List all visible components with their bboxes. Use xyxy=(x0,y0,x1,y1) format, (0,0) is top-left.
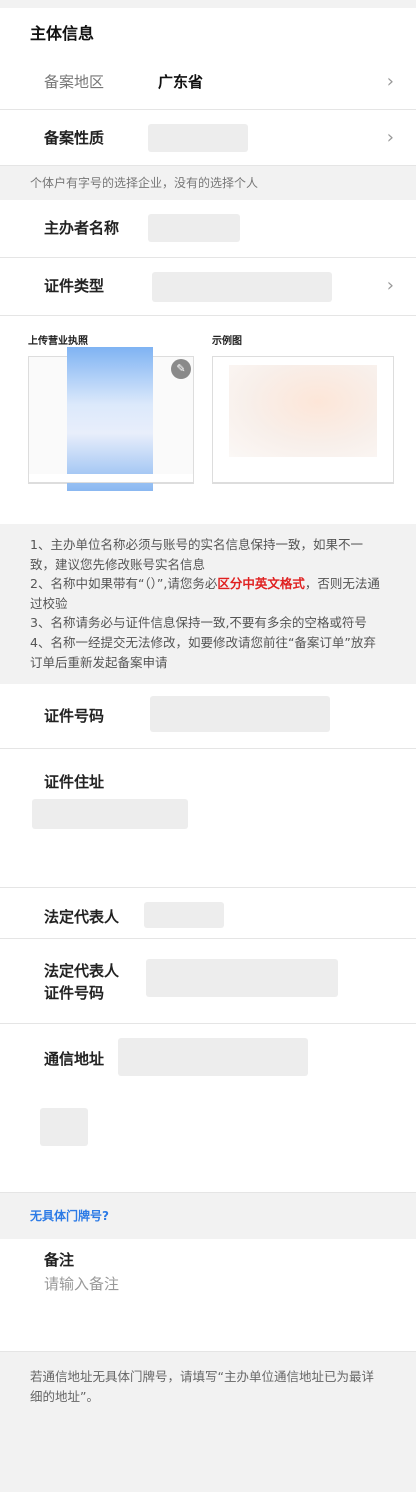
mail-addr-row[interactable]: 通信地址 xyxy=(0,1024,416,1193)
legal-rep-id-label: 法定代表人 证件号码 xyxy=(44,962,120,1003)
example-image xyxy=(229,365,377,457)
top-spacer xyxy=(0,0,416,8)
remark-input[interactable]: 请输入备注 xyxy=(44,1273,119,1294)
footer-hint: 若通信地址无具体门牌号，请填写“主办单位通信地址已为最详细的地址”。 xyxy=(0,1351,416,1422)
name-rules-notes: 1、主办单位名称必须与账号的实名信息保持一致，如果不一致，建议您先修改账号实名信… xyxy=(0,524,416,685)
region-label: 备案地区 xyxy=(44,73,105,91)
upload-box-bottom-bar xyxy=(28,474,194,483)
note-1: 1、主办单位名称必须与账号的实名信息保持一致，如果不一致，建议您先修改账号实名信… xyxy=(30,537,363,572)
legal-rep-id-row[interactable]: 法定代表人 证件号码 xyxy=(0,939,416,1025)
example-image-box xyxy=(212,356,394,484)
cert-type-row[interactable]: 证件类型 › xyxy=(0,258,416,316)
note-4: 4、名称一经提交无法修改，如要修改请您前往“备案订单”放弃订单后重新发起备案申请 xyxy=(30,634,376,670)
legal-rep-row[interactable]: 法定代表人 xyxy=(0,888,416,940)
no-door-number-link[interactable]: 无具体门牌号? xyxy=(0,1192,416,1240)
remark-row[interactable]: 备注 请输入备注 xyxy=(0,1239,416,1352)
nature-hint: 个体户有字号的选择企业，没有的选择个人 xyxy=(0,166,416,200)
legal-rep-id-value-redacted xyxy=(146,959,338,998)
cert-type-value-redacted xyxy=(152,272,332,302)
cert-addr-value-redacted xyxy=(32,799,188,830)
upload-label: 上传营业执照 xyxy=(28,336,88,347)
license-image-redacted xyxy=(67,347,153,491)
region-value: 广东省 xyxy=(158,73,204,91)
sponsor-row[interactable]: 主办者名称 xyxy=(0,200,416,258)
legal-rep-label: 法定代表人 xyxy=(44,908,120,927)
sponsor-label: 主办者名称 xyxy=(44,219,120,237)
pencil-icon[interactable]: ✎ xyxy=(171,359,191,379)
note-2-emphasis: 区分中英文格式 xyxy=(217,576,305,592)
note-3: 3、名称请务必与证件信息保持一致,不要有多余的空格或符号 xyxy=(30,615,367,631)
cert-addr-label: 证件住址 xyxy=(44,773,105,792)
mail-addr-label: 通信地址 xyxy=(44,1050,105,1069)
cert-no-label: 证件号码 xyxy=(44,707,105,726)
legal-rep-value-redacted xyxy=(144,902,224,929)
example-label: 示例图 xyxy=(212,336,242,347)
cert-type-label: 证件类型 xyxy=(44,277,105,295)
chevron-right-icon: › xyxy=(386,275,394,296)
chevron-right-icon: › xyxy=(386,127,394,148)
cert-no-value-redacted xyxy=(150,696,330,733)
cert-addr-row[interactable]: 证件住址 xyxy=(0,749,416,889)
nature-value-redacted xyxy=(148,124,248,152)
mail-addr-value-redacted xyxy=(118,1038,308,1077)
chevron-right-icon: › xyxy=(386,71,394,92)
section-title: 主体信息 xyxy=(0,8,416,54)
nature-label: 备案性质 xyxy=(44,129,105,147)
remark-label: 备注 xyxy=(44,1251,75,1270)
sponsor-value-redacted xyxy=(148,214,240,242)
cert-no-row[interactable]: 证件号码 xyxy=(0,684,416,750)
upload-section: 上传营业执照 示例图 ✎ xyxy=(0,316,416,524)
example-box-bottom-bar xyxy=(212,474,394,483)
nature-row[interactable]: 备案性质 › xyxy=(0,110,416,166)
region-row[interactable]: 备案地区 广东省 › xyxy=(0,54,416,110)
license-upload-box[interactable]: ✎ xyxy=(28,347,194,491)
mail-addr-detail-redacted xyxy=(40,1108,88,1147)
note-2: 2、名称中如果带有“（）”,请您务必区分中英文格式，否则无法通过校验 xyxy=(30,576,380,611)
